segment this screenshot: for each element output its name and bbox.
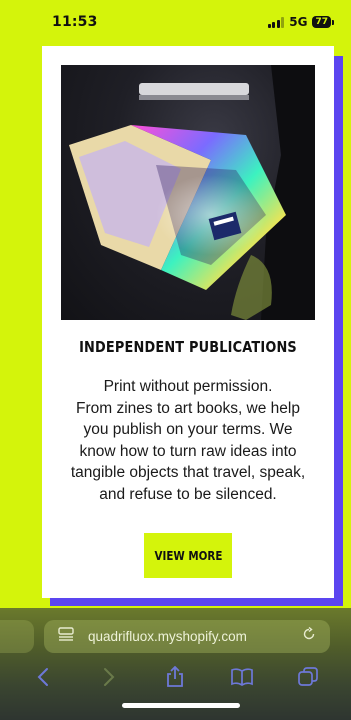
card-body-line: know how to turn raw ideas into bbox=[79, 442, 297, 460]
share-icon[interactable] bbox=[164, 666, 186, 688]
home-indicator[interactable] bbox=[122, 703, 240, 708]
card-body-line: Print without permission. bbox=[103, 378, 273, 395]
publication-card: INDEPENDENT PUBLICATIONS Print without p… bbox=[42, 46, 334, 598]
tabs-icon[interactable] bbox=[297, 666, 319, 688]
card-body-line: and refuse to be silenced. bbox=[99, 485, 277, 503]
signal-icon bbox=[267, 16, 285, 28]
url-text[interactable]: quadrifluox.myshopify.com bbox=[88, 629, 302, 644]
status-time: 11:53 bbox=[52, 14, 98, 30]
card-body-line: tangible objects that travel, speak, bbox=[70, 464, 306, 482]
browser-toolbar bbox=[0, 662, 351, 692]
card-title: INDEPENDENT PUBLICATIONS bbox=[79, 338, 297, 356]
zine-illustration bbox=[69, 65, 315, 320]
publication-photo bbox=[61, 65, 315, 320]
bookmarks-icon[interactable] bbox=[230, 666, 253, 688]
battery-icon: 77 bbox=[312, 16, 334, 28]
view-more-label: VIEW MORE bbox=[154, 548, 222, 563]
status-indicators: 5G 77 bbox=[267, 15, 334, 29]
back-icon[interactable] bbox=[32, 666, 54, 688]
card-body: Print without permission. From zines to … bbox=[54, 376, 322, 506]
card-body-line: you publish on your terms. We bbox=[83, 421, 293, 439]
address-bar[interactable]: quadrifluox.myshopify.com bbox=[44, 620, 330, 653]
reload-icon[interactable] bbox=[302, 626, 316, 646]
previous-tab-preview[interactable] bbox=[0, 620, 34, 653]
forward-icon[interactable] bbox=[98, 666, 120, 688]
network-type: 5G bbox=[289, 15, 308, 29]
card-body-line: From zines to art books, we help bbox=[76, 399, 300, 417]
view-more-button[interactable]: VIEW MORE bbox=[144, 533, 232, 578]
status-bar: 11:53 5G 77 bbox=[0, 0, 351, 44]
page-menu-icon[interactable] bbox=[58, 627, 74, 646]
